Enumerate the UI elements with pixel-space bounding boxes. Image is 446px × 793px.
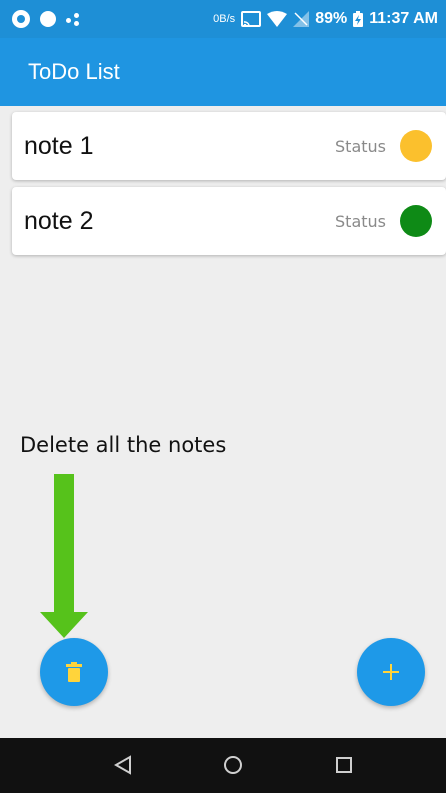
add-note-button[interactable] bbox=[357, 638, 425, 706]
plus-icon bbox=[383, 664, 399, 680]
status-indicator[interactable] bbox=[400, 130, 432, 162]
note-title: note 1 bbox=[24, 131, 94, 160]
recents-square-icon[interactable] bbox=[335, 755, 353, 775]
app-bar: ToDo List bbox=[0, 38, 446, 106]
circle-icon bbox=[40, 11, 56, 27]
battery-icon bbox=[353, 11, 364, 27]
home-circle-icon[interactable] bbox=[223, 755, 243, 775]
net-speed: 0B/s bbox=[213, 13, 236, 25]
annotation-text: Delete all the notes bbox=[20, 433, 227, 457]
trash-icon bbox=[66, 662, 82, 682]
app-title: ToDo List bbox=[28, 59, 120, 84]
assistant-dots-icon bbox=[66, 12, 84, 26]
wifi-icon bbox=[267, 11, 288, 27]
screen-cast-icon bbox=[241, 11, 262, 27]
back-triangle-icon[interactable] bbox=[114, 755, 132, 775]
status-label: Status bbox=[335, 136, 386, 156]
note-title: note 2 bbox=[24, 206, 94, 235]
note-card[interactable]: note 1 Status bbox=[12, 112, 446, 180]
aperture-icon bbox=[12, 10, 30, 28]
status-indicator[interactable] bbox=[400, 205, 432, 237]
clock: 11:37 AM bbox=[369, 10, 438, 27]
down-arrow-annotation bbox=[40, 474, 88, 638]
status-label: Status bbox=[335, 211, 386, 231]
signal-icon bbox=[293, 11, 310, 27]
status-bar: 0B/s 89% 11:37 AM bbox=[0, 0, 446, 38]
delete-all-button[interactable] bbox=[40, 638, 108, 706]
navigation-bar bbox=[0, 738, 446, 793]
battery-percent: 89% bbox=[315, 10, 348, 27]
note-card[interactable]: note 2 Status bbox=[12, 187, 446, 255]
